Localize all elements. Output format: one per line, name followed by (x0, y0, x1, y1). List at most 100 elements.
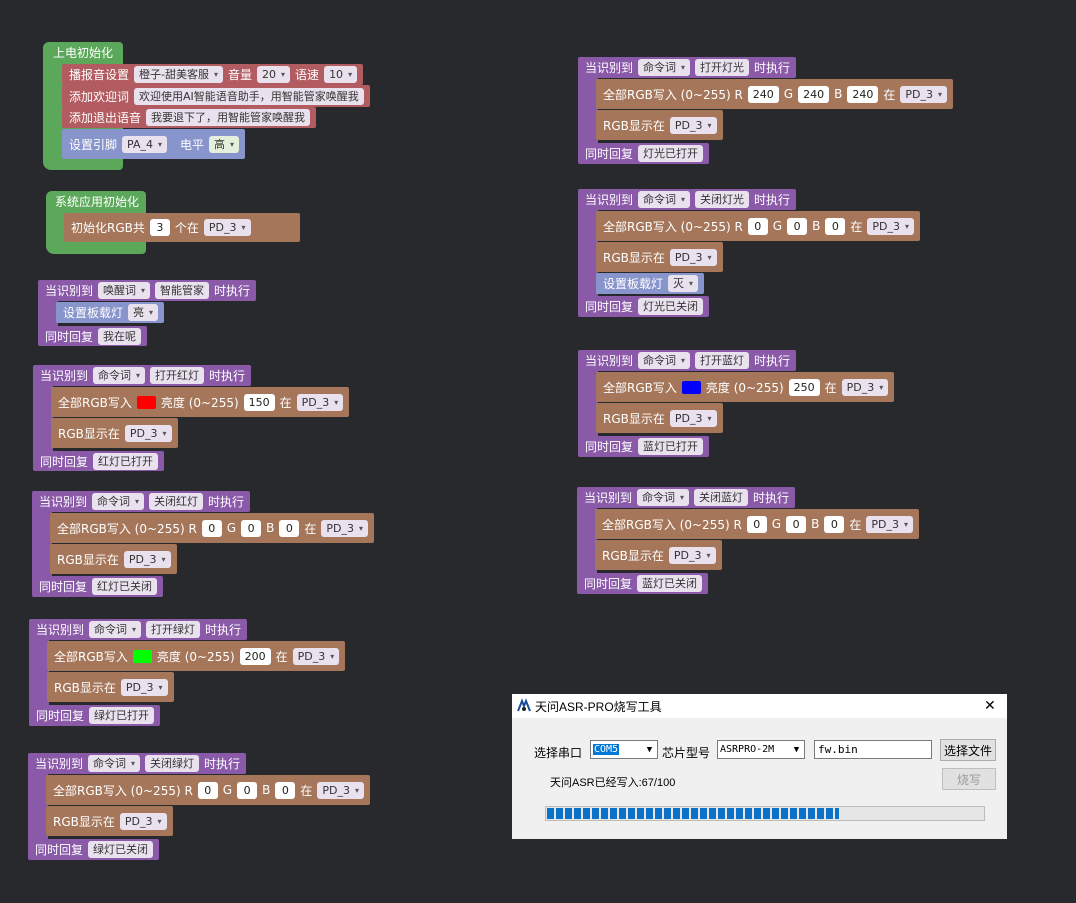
reply-text[interactable]: 灯光已打开 (638, 145, 704, 162)
rgb-count-field[interactable]: 3 (149, 219, 170, 236)
led-state-dropdown[interactable]: 亮 ▾ (128, 304, 159, 321)
pin-dropdown[interactable]: PD_3 ▾ (292, 647, 340, 665)
b-value-field[interactable]: 0 (279, 519, 300, 537)
r-value-field[interactable]: 0 (746, 515, 767, 533)
close-blue-header[interactable]: 当识别到 命令词 ▾ 关闭蓝灯 时执行 (577, 487, 796, 508)
g-value-field[interactable]: 0 (237, 781, 258, 799)
cmd-type-dropdown[interactable]: 命令词 ▾ (638, 352, 691, 369)
brightness-field[interactable]: 150 (243, 393, 275, 411)
b-value-field[interactable]: 0 (275, 781, 296, 799)
cmd-type-dropdown[interactable]: 命令词 ▾ (637, 489, 690, 506)
rgb-show-block[interactable]: RGB显示在 PD_3 ▾ (50, 544, 177, 574)
b-value-field[interactable]: 0 (824, 515, 845, 533)
r-value-field[interactable]: 0 (197, 781, 218, 799)
rgb-write-rgb-block[interactable]: 全部RGB写入 (0~255) R 240 G 240 B 240 在 PD_3… (596, 79, 953, 109)
exit-text[interactable]: 我要退下了，用智能管家唤醒我 (146, 109, 311, 126)
welcome-text[interactable]: 欢迎使用AI智能语音助手，用智能管家唤醒我 (134, 87, 364, 105)
rgb-write-rgb-block[interactable]: 全部RGB写入 (0~255) R 0 G 0 B 0 在 PD_3 ▾ (596, 211, 920, 241)
reply-text[interactable]: 蓝灯已打开 (638, 438, 704, 455)
reply-text[interactable]: 蓝灯已关闭 (637, 575, 703, 592)
open-red-header[interactable]: 当识别到 命令词 ▾ 打开红灯 时执行 (33, 365, 252, 386)
pin-dropdown[interactable]: PD_3 ▾ (119, 812, 167, 830)
reply-text[interactable]: 绿灯已打开 (89, 707, 155, 724)
rgb-show-block[interactable]: RGB显示在 PD_3 ▾ (47, 672, 174, 702)
close-light-reply[interactable]: 同时回复 灯光已关闭 (578, 296, 710, 317)
command-word-field[interactable]: 关闭蓝灯 (694, 489, 749, 506)
blue-color-swatch[interactable] (681, 380, 701, 394)
port-select[interactable]: COM5 ▼ (590, 740, 658, 759)
rgb-show-block[interactable]: RGB显示在 PD_3 ▾ (51, 418, 178, 448)
wake-type-dropdown[interactable]: 唤醒词 ▾ (98, 282, 151, 299)
rgb-write-rgb-block[interactable]: 全部RGB写入 (0~255) R 0 G 0 B 0 在 PD_3 ▾ (595, 509, 919, 539)
pin-dropdown[interactable]: PD_3 ▾ (124, 424, 172, 442)
pin-dropdown[interactable]: PD_3 ▾ (867, 217, 914, 235)
cmd-type-dropdown[interactable]: 命令词 ▾ (638, 191, 691, 208)
close-green-reply[interactable]: 同时回复 绿灯已关闭 (28, 839, 160, 860)
set-pin-block[interactable]: 设置引脚 PA_4 ▾ 电平 高 ▾ (62, 129, 246, 159)
pin-dropdown[interactable]: PD_3 ▾ (123, 550, 171, 568)
init-rgb-block[interactable]: 初始化RGB共 3 个在 PD_3 ▾ (64, 213, 300, 242)
set-led-off-block[interactable]: 设置板载灯 灭 ▾ (596, 273, 705, 294)
close-red-reply[interactable]: 同时回复 红灯已关闭 (32, 576, 164, 597)
close-light-header[interactable]: 当识别到 命令词 ▾ 关闭灯光 时执行 (578, 189, 797, 210)
rgb-show-block[interactable]: RGB显示在 PD_3 ▾ (596, 403, 723, 433)
open-blue-header[interactable]: 当识别到 命令词 ▾ 打开蓝灯 时执行 (578, 350, 797, 371)
reply-text[interactable]: 我在呢 (98, 327, 142, 345)
voice-settings-block[interactable]: 播报音设置 橙子-甜美客服 ▾ 音量 20 ▾ 语速 10 ▾ (62, 64, 364, 85)
red-color-swatch[interactable] (136, 395, 156, 409)
open-green-reply[interactable]: 同时回复 绿灯已打开 (29, 705, 161, 726)
pin-dropdown[interactable]: PD_3 ▾ (120, 678, 168, 696)
pin-dropdown[interactable]: PD_3 ▾ (669, 248, 717, 266)
g-value-field[interactable]: 0 (241, 519, 262, 537)
choose-file-button[interactable]: 选择文件 (940, 739, 996, 761)
b-value-field[interactable]: 240 (847, 85, 879, 103)
burn-button[interactable]: 烧写 (942, 768, 996, 790)
brightness-field[interactable]: 250 (788, 378, 820, 396)
led-state-dropdown[interactable]: 灭 ▾ (668, 275, 699, 292)
pin-dropdown[interactable]: PD_3 ▾ (669, 409, 717, 427)
pin-dropdown[interactable]: PD_3 ▾ (321, 519, 368, 537)
pin-dropdown[interactable]: PD_3 ▾ (669, 116, 717, 134)
rgb-write-bright-block[interactable]: 全部RGB写入 亮度 (0~255) 150 在 PD_3 ▾ (51, 387, 350, 417)
rgb-write-rgb-block[interactable]: 全部RGB写入 (0~255) R 0 G 0 B 0 在 PD_3 ▾ (46, 775, 370, 805)
pin-dropdown[interactable]: PD_3 ▾ (900, 85, 947, 103)
command-word-field[interactable]: 关闭红灯 (149, 493, 204, 510)
r-value-field[interactable]: 0 (201, 519, 222, 537)
wake-event-header[interactable]: 当识别到 唤醒词 ▾ 智能管家 时执行 (38, 280, 257, 301)
voice-dropdown[interactable]: 橙子-甜美客服 ▾ (134, 66, 224, 83)
cmd-type-dropdown[interactable]: 命令词 ▾ (638, 59, 691, 76)
wake-reply[interactable]: 同时回复 我在呢 (38, 326, 148, 346)
r-value-field[interactable]: 0 (747, 217, 768, 235)
welcome-block[interactable]: 添加欢迎词 欢迎使用AI智能语音助手，用智能管家唤醒我 (62, 85, 370, 107)
g-value-field[interactable]: 240 (798, 85, 830, 103)
brightness-field[interactable]: 200 (239, 647, 271, 665)
cmd-type-dropdown[interactable]: 命令词 ▾ (88, 755, 141, 772)
rgb-show-block[interactable]: RGB显示在 PD_3 ▾ (595, 540, 722, 570)
reply-text[interactable]: 灯光已关闭 (638, 298, 704, 315)
wake-word-field[interactable]: 智能管家 (155, 282, 210, 299)
rgb-show-block[interactable]: RGB显示在 PD_3 ▾ (596, 242, 723, 272)
command-word-field[interactable]: 打开蓝灯 (695, 352, 750, 369)
chip-select[interactable]: ASRPRO-2M ▼ (717, 740, 805, 759)
file-path-input[interactable] (814, 740, 932, 759)
open-light-reply[interactable]: 同时回复 灯光已打开 (578, 143, 710, 164)
close-blue-reply[interactable]: 同时回复 蓝灯已关闭 (577, 573, 709, 594)
rgb-write-bright-block[interactable]: 全部RGB写入 亮度 (0~255) 250 在 PD_3 ▾ (596, 372, 895, 402)
level-dropdown[interactable]: 高 ▾ (209, 135, 240, 153)
open-green-header[interactable]: 当识别到 命令词 ▾ 打开绿灯 时执行 (29, 619, 248, 640)
open-blue-reply[interactable]: 同时回复 蓝灯已打开 (578, 436, 710, 457)
b-value-field[interactable]: 0 (825, 217, 846, 235)
pin-dropdown[interactable]: PD_3 ▾ (317, 781, 364, 799)
pin-dropdown[interactable]: PD_3 ▾ (866, 515, 913, 533)
close-icon[interactable]: ✕ (984, 697, 996, 714)
pin-dropdown[interactable]: PD_3 ▾ (296, 393, 344, 411)
rgb-show-block[interactable]: RGB显示在 PD_3 ▾ (596, 110, 723, 140)
open-red-reply[interactable]: 同时回复 红灯已打开 (33, 451, 165, 471)
rgb-pin-dropdown[interactable]: PD_3 ▾ (203, 219, 251, 236)
rgb-write-bright-block[interactable]: 全部RGB写入 亮度 (0~255) 200 在 PD_3 ▾ (47, 641, 346, 671)
cmd-type-dropdown[interactable]: 命令词 ▾ (92, 493, 145, 510)
cmd-type-dropdown[interactable]: 命令词 ▾ (89, 621, 142, 638)
g-value-field[interactable]: 0 (787, 217, 808, 235)
volume-dropdown[interactable]: 20 ▾ (257, 66, 291, 83)
open-light-header[interactable]: 当识别到 命令词 ▾ 打开灯光 时执行 (578, 57, 797, 78)
